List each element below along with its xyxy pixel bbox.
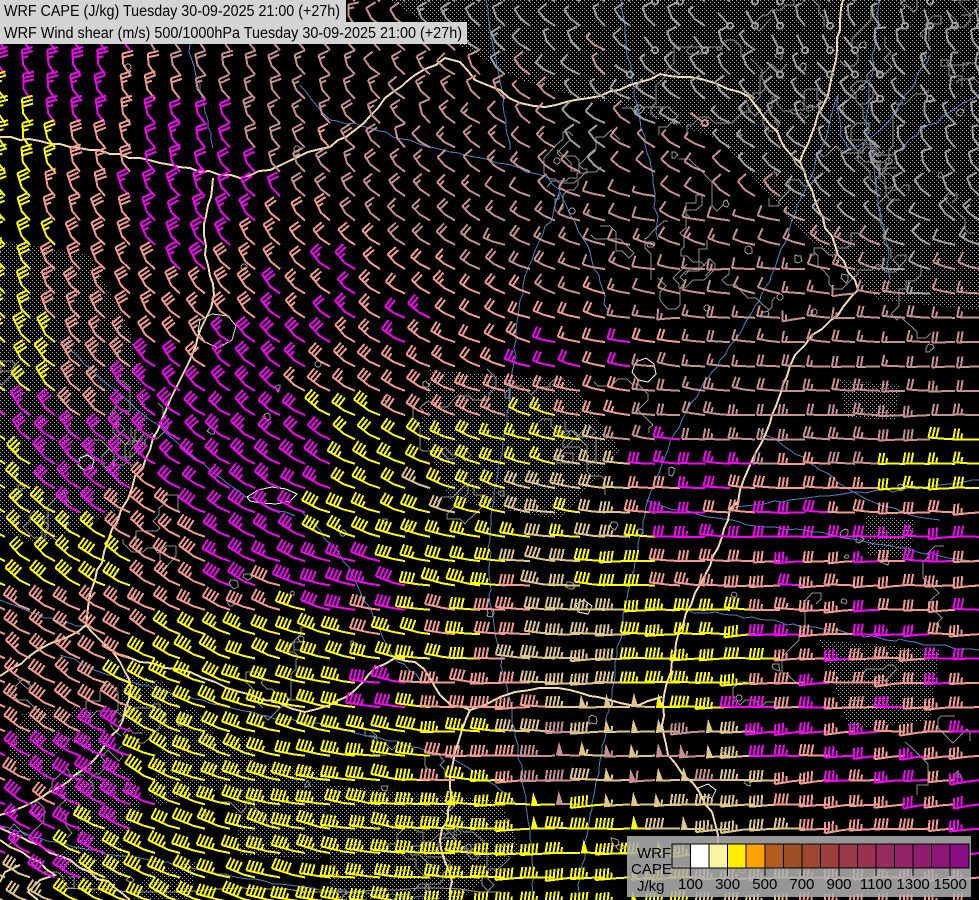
svg-text:300: 300	[715, 876, 740, 893]
svg-text:CAPE: CAPE	[631, 861, 672, 878]
svg-text:0: 0	[424, 883, 430, 895]
svg-text:J/kg: J/kg	[637, 878, 665, 895]
svg-text:100: 100	[678, 876, 703, 893]
svg-text:1100: 1100	[860, 876, 892, 893]
svg-text:0: 0	[300, 884, 306, 896]
svg-text:WRF: WRF	[637, 845, 671, 862]
svg-text:WRF CAPE (J/kg) Tuesday 30-09-: WRF CAPE (J/kg) Tuesday 30-09-2025 21:00…	[4, 3, 340, 20]
svg-text:1500: 1500	[934, 876, 967, 893]
svg-text:900: 900	[826, 876, 851, 893]
svg-text:WRF Wind shear (m/s) 500/1000h: WRF Wind shear (m/s) 500/1000hPa Tuesday…	[4, 25, 462, 42]
svg-text:1300: 1300	[896, 876, 929, 893]
svg-text:500: 500	[752, 876, 777, 893]
svg-text:700: 700	[789, 876, 814, 893]
